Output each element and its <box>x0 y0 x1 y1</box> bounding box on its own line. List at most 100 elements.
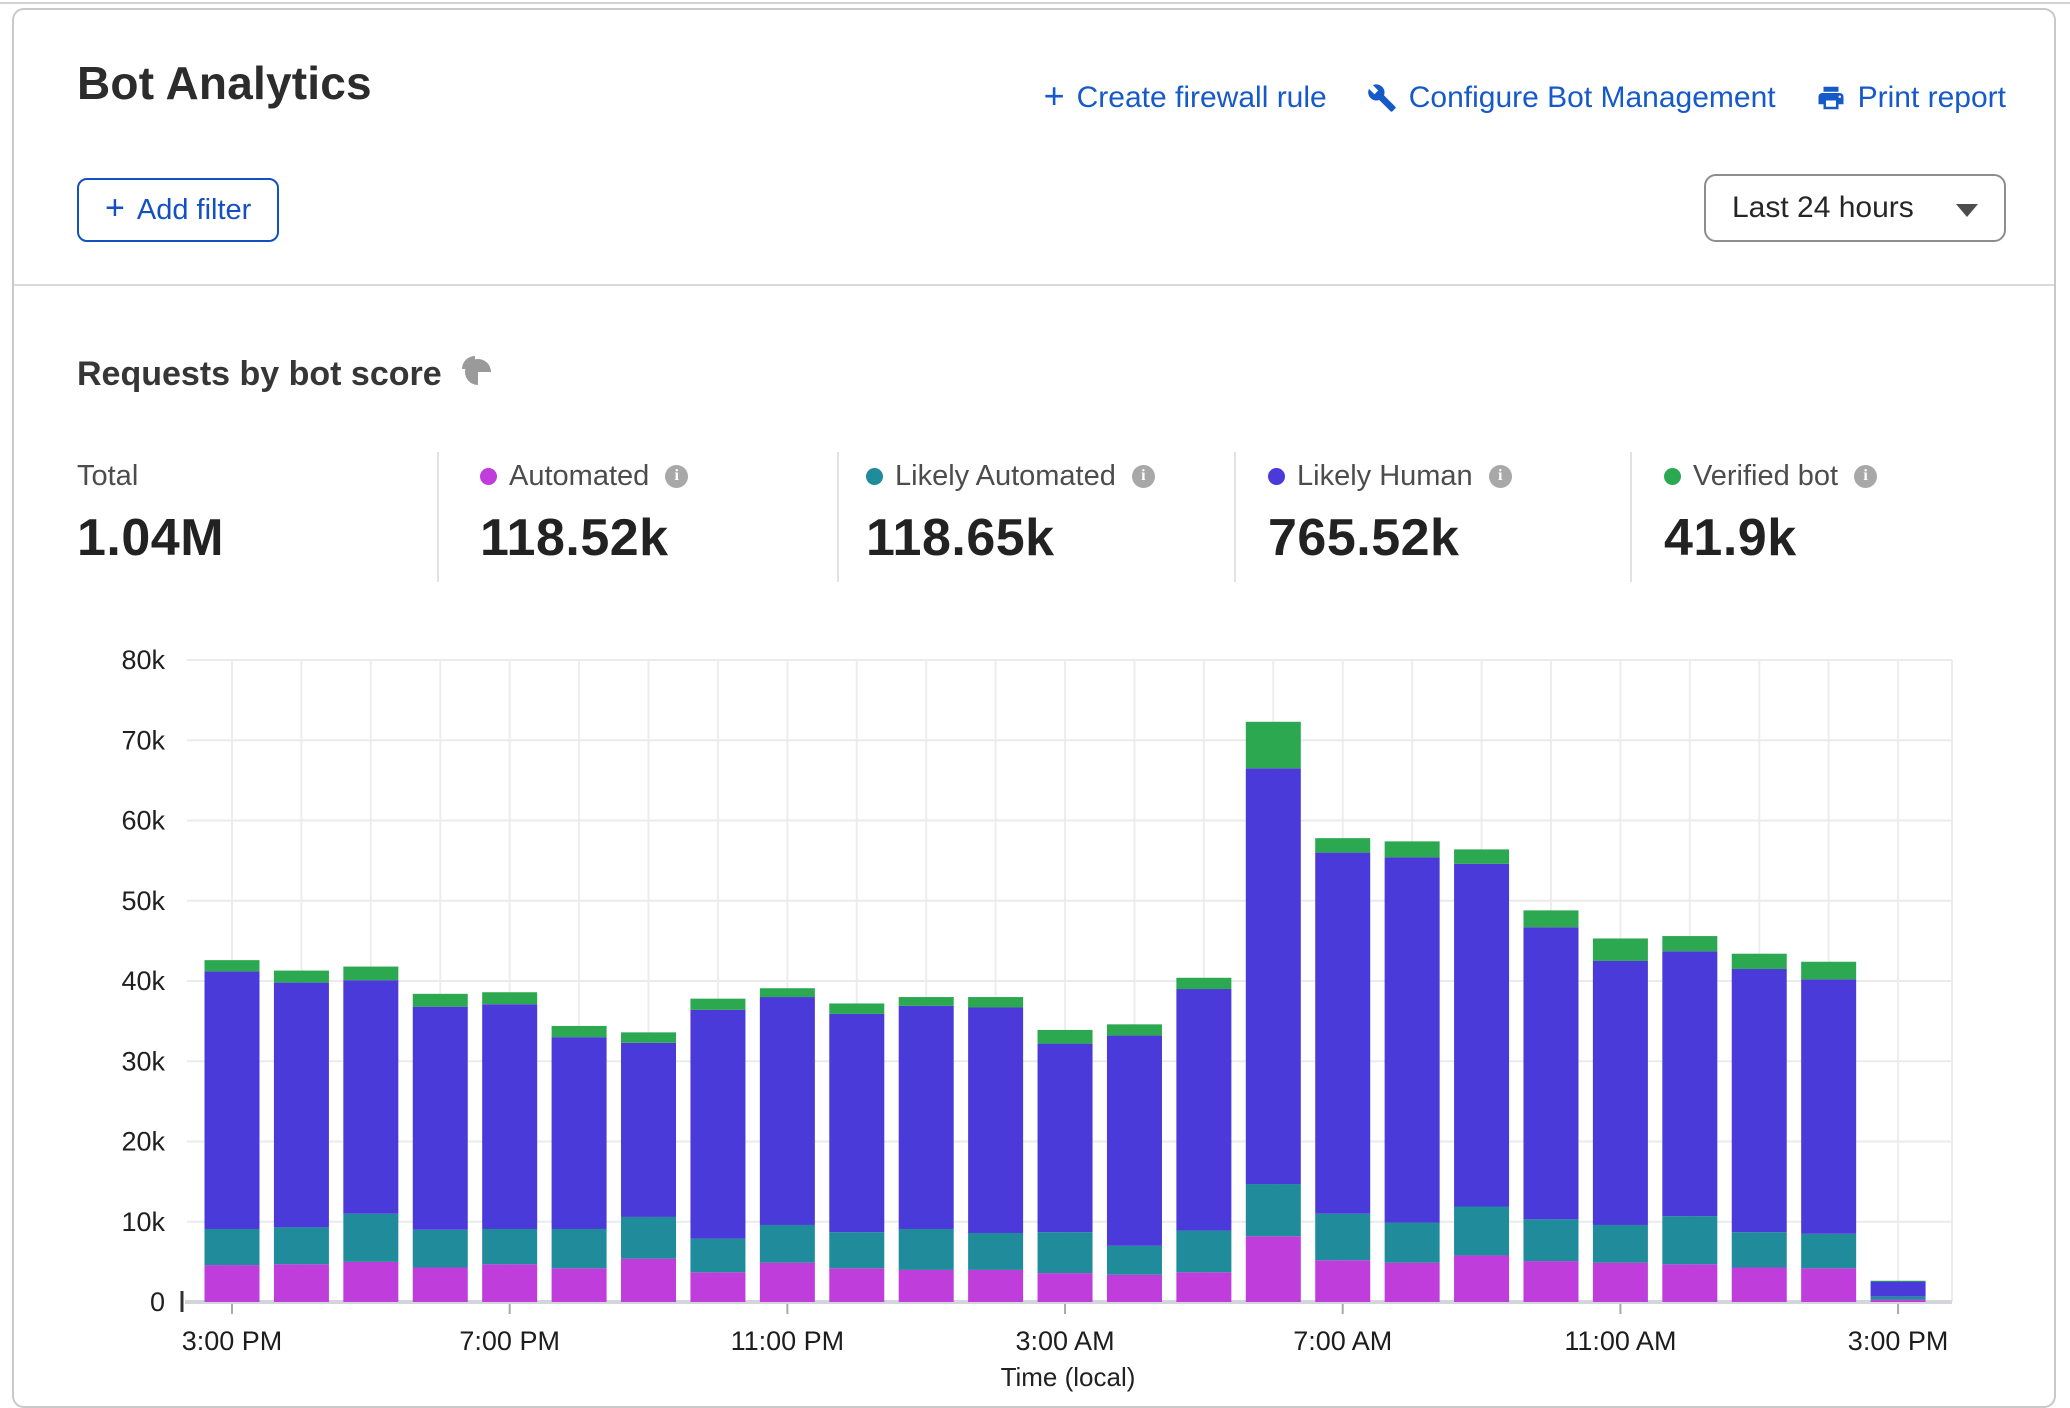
bar-segment-automated[interactable] <box>621 1259 676 1302</box>
bar-segment-likely-human[interactable] <box>690 1010 745 1239</box>
bar-segment-verified-bot[interactable] <box>413 994 468 1007</box>
bar-segment-automated[interactable] <box>1801 1268 1856 1302</box>
bar-segment-verified-bot[interactable] <box>1315 838 1370 852</box>
bar-segment-likely-human[interactable] <box>899 1006 954 1229</box>
bar-segment-automated[interactable] <box>1732 1267 1787 1302</box>
bar-segment-likely-automated[interactable] <box>1593 1225 1648 1263</box>
bar-segment-likely-automated[interactable] <box>621 1217 676 1259</box>
bar-segment-automated[interactable] <box>482 1264 537 1302</box>
bar-segment-verified-bot[interactable] <box>1523 910 1578 927</box>
bar-segment-likely-human[interactable] <box>1801 979 1856 1233</box>
bar-segment-likely-human[interactable] <box>1662 951 1717 1216</box>
info-icon[interactable]: i <box>1132 465 1155 488</box>
bar-segment-likely-human[interactable] <box>829 1014 884 1232</box>
bar-segment-automated[interactable] <box>1176 1272 1231 1302</box>
bar-segment-automated[interactable] <box>343 1262 398 1302</box>
bar-segment-verified-bot[interactable] <box>1385 841 1440 857</box>
bar-segment-likely-automated[interactable] <box>343 1214 398 1262</box>
bar-segment-automated[interactable] <box>1038 1273 1093 1302</box>
bar-segment-verified-bot[interactable] <box>1801 962 1856 980</box>
bar-segment-verified-bot[interactable] <box>1454 849 1509 863</box>
bar-segment-likely-human[interactable] <box>1454 864 1509 1207</box>
configure-bot-management-link[interactable]: Configure Bot Management <box>1367 81 1776 115</box>
bar-segment-likely-human[interactable] <box>1107 1036 1162 1246</box>
bar-segment-verified-bot[interactable] <box>343 967 398 981</box>
bar-segment-likely-human[interactable] <box>552 1037 607 1229</box>
bar-segment-likely-automated[interactable] <box>482 1229 537 1264</box>
info-icon[interactable]: i <box>1854 465 1877 488</box>
bar-segment-likely-human[interactable] <box>1523 927 1578 1219</box>
bar-segment-verified-bot[interactable] <box>552 1026 607 1037</box>
bar-segment-verified-bot[interactable] <box>899 997 954 1006</box>
bar-segment-likely-automated[interactable] <box>1454 1207 1509 1256</box>
bar-segment-automated[interactable] <box>1871 1300 1926 1302</box>
bar-segment-likely-automated[interactable] <box>1038 1232 1093 1273</box>
bar-segment-automated[interactable] <box>1662 1264 1717 1302</box>
add-filter-button[interactable]: + Add filter <box>77 178 279 242</box>
create-firewall-rule-link[interactable]: + Create firewall rule <box>1044 80 1327 116</box>
bar-segment-likely-human[interactable] <box>1732 969 1787 1232</box>
bar-segment-likely-human[interactable] <box>968 1007 1023 1233</box>
bar-segment-likely-human[interactable] <box>274 983 329 1228</box>
bar-segment-likely-human[interactable] <box>1038 1044 1093 1233</box>
bar-segment-likely-automated[interactable] <box>1662 1216 1717 1264</box>
bar-segment-likely-automated[interactable] <box>1315 1214 1370 1261</box>
bar-segment-automated[interactable] <box>760 1263 815 1302</box>
bar-segment-automated[interactable] <box>1385 1263 1440 1302</box>
time-range-select[interactable]: Last 24 hours <box>1704 174 2006 242</box>
bar-segment-likely-human[interactable] <box>1315 853 1370 1214</box>
bar-segment-automated[interactable] <box>1523 1261 1578 1302</box>
bar-segment-likely-automated[interactable] <box>968 1233 1023 1270</box>
bar-segment-likely-automated[interactable] <box>274 1227 329 1264</box>
bar-segment-likely-human[interactable] <box>1593 961 1648 1225</box>
info-icon[interactable]: i <box>665 465 688 488</box>
bar-segment-likely-automated[interactable] <box>1385 1223 1440 1263</box>
bar-segment-likely-automated[interactable] <box>690 1239 745 1273</box>
bar-segment-likely-human[interactable] <box>343 980 398 1214</box>
bar-segment-verified-bot[interactable] <box>1662 936 1717 951</box>
bar-segment-likely-automated[interactable] <box>1176 1231 1231 1273</box>
bar-segment-likely-human[interactable] <box>621 1043 676 1217</box>
bar-segment-likely-automated[interactable] <box>552 1229 607 1268</box>
bar-segment-verified-bot[interactable] <box>968 997 1023 1007</box>
bar-segment-likely-automated[interactable] <box>899 1229 954 1270</box>
bar-segment-likely-automated[interactable] <box>1246 1184 1301 1236</box>
print-report-link[interactable]: Print report <box>1816 81 2006 115</box>
bar-segment-automated[interactable] <box>968 1270 1023 1302</box>
bar-segment-likely-automated[interactable] <box>1732 1232 1787 1267</box>
bar-segment-verified-bot[interactable] <box>205 960 260 971</box>
bar-segment-verified-bot[interactable] <box>1871 1281 1926 1282</box>
bar-segment-automated[interactable] <box>205 1265 260 1302</box>
bar-segment-likely-automated[interactable] <box>829 1232 884 1268</box>
bar-segment-verified-bot[interactable] <box>1038 1030 1093 1044</box>
bar-segment-automated[interactable] <box>1246 1236 1301 1302</box>
bar-segment-automated[interactable] <box>552 1268 607 1302</box>
bar-segment-likely-human[interactable] <box>1246 768 1301 1184</box>
bar-segment-likely-human[interactable] <box>1871 1281 1926 1296</box>
bar-segment-likely-human[interactable] <box>1176 989 1231 1231</box>
bar-segment-likely-automated[interactable] <box>1871 1296 1926 1299</box>
bar-segment-verified-bot[interactable] <box>690 999 745 1010</box>
bar-segment-automated[interactable] <box>829 1268 884 1302</box>
bar-segment-likely-automated[interactable] <box>1107 1246 1162 1275</box>
bar-segment-verified-bot[interactable] <box>1732 954 1787 969</box>
bar-segment-likely-automated[interactable] <box>1523 1219 1578 1261</box>
bar-segment-automated[interactable] <box>1107 1275 1162 1302</box>
bar-segment-verified-bot[interactable] <box>274 971 329 983</box>
bar-segment-verified-bot[interactable] <box>829 1003 884 1013</box>
bar-segment-likely-automated[interactable] <box>1801 1234 1856 1269</box>
bar-segment-verified-bot[interactable] <box>621 1032 676 1042</box>
bar-segment-automated[interactable] <box>1593 1263 1648 1302</box>
bar-segment-automated[interactable] <box>413 1267 468 1302</box>
bar-segment-likely-human[interactable] <box>760 997 815 1225</box>
bar-segment-automated[interactable] <box>274 1264 329 1302</box>
bar-segment-automated[interactable] <box>690 1272 745 1302</box>
bar-segment-verified-bot[interactable] <box>1246 722 1301 769</box>
bar-segment-likely-automated[interactable] <box>760 1225 815 1263</box>
bar-segment-verified-bot[interactable] <box>482 992 537 1004</box>
bar-segment-verified-bot[interactable] <box>760 988 815 997</box>
bar-segment-automated[interactable] <box>899 1270 954 1302</box>
info-icon[interactable]: i <box>1489 465 1512 488</box>
bar-segment-automated[interactable] <box>1454 1255 1509 1302</box>
bar-segment-verified-bot[interactable] <box>1176 978 1231 989</box>
